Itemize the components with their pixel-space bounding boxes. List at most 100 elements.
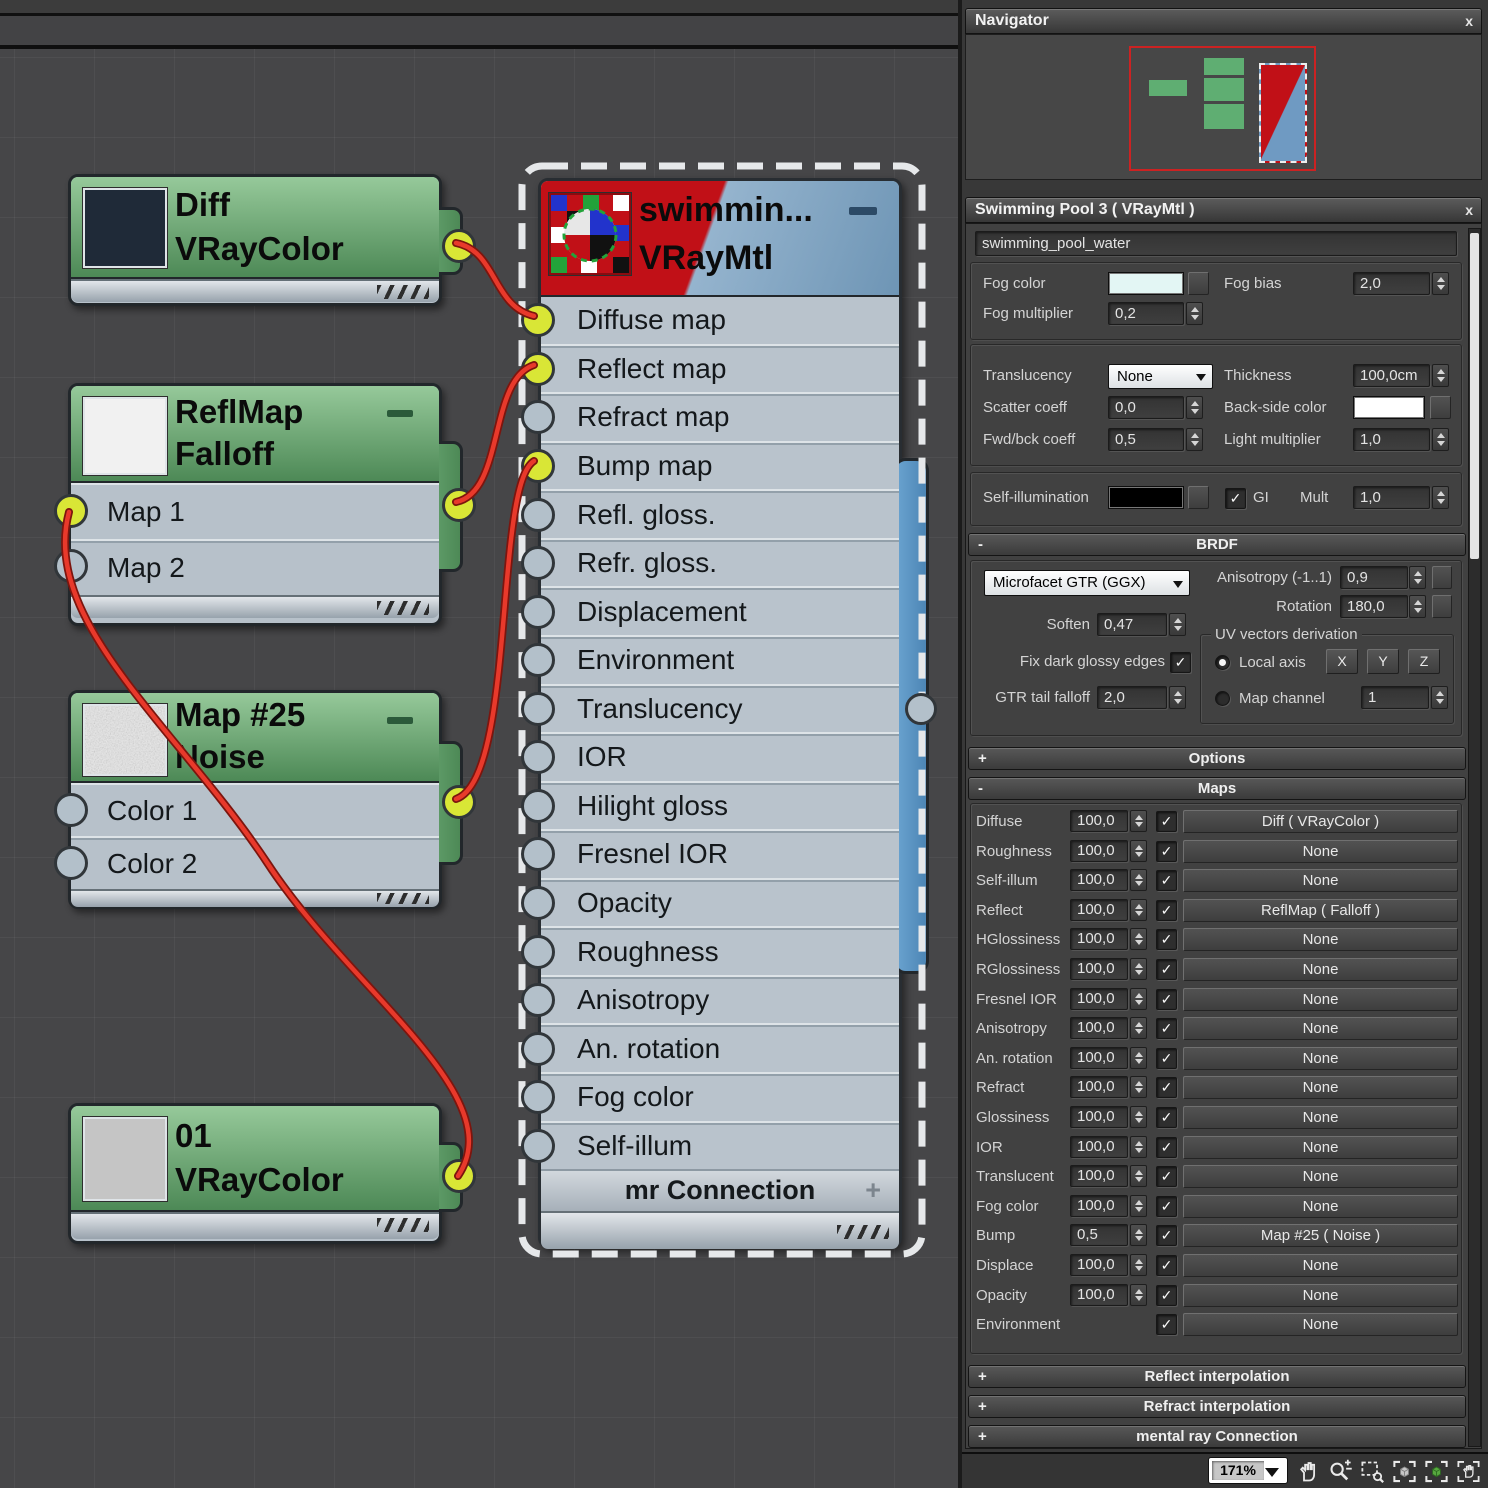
map-enable-checkbox[interactable]: ✓ [1156,870,1177,891]
local-axis-radio[interactable] [1215,655,1230,670]
map-enable-checkbox[interactable]: ✓ [1156,1285,1177,1306]
node-swimming-pool-vraymtl[interactable]: swimmin... VRayMtl Diffuse mapReflect ma… [538,178,902,1248]
input-slot-color2[interactable]: Color 2 [71,836,439,889]
expand-plus-icon[interactable]: + [865,1171,881,1209]
map-amount-field[interactable]: 100,0 [1070,1254,1128,1276]
gi-checkbox[interactable]: ✓ [1225,488,1246,509]
input-socket[interactable] [521,886,555,920]
chevron-down-icon[interactable] [1265,1468,1279,1477]
anisotropy-map-button[interactable] [1432,566,1452,589]
map-enable-checkbox[interactable]: ✓ [1156,841,1177,862]
input-socket-map1[interactable] [54,494,88,528]
map-slot-button[interactable]: None [1183,1313,1458,1336]
scatter-coeff-field[interactable]: 0,0 [1108,396,1184,419]
map-enable-checkbox[interactable]: ✓ [1156,1048,1177,1069]
zoom-region-icon[interactable] [1359,1458,1386,1485]
params-scrollbar-thumb[interactable] [1470,233,1479,559]
maps-rollout-header[interactable]: - Maps [968,777,1466,800]
map-slot-button[interactable]: None [1183,1047,1458,1070]
collapse-minus-icon[interactable] [849,207,877,215]
map-amount-spinner[interactable] [1130,1224,1147,1246]
map-enable-checkbox[interactable]: ✓ [1156,1196,1177,1217]
material-slot-row[interactable]: Translucency [541,684,899,733]
map-amount-field[interactable]: 100,0 [1070,1165,1128,1187]
pan-to-selected-icon[interactable] [1455,1458,1482,1485]
axis-button-x[interactable]: X [1326,649,1358,674]
node-preview-swatch[interactable] [83,397,167,475]
map-slot-button[interactable]: None [1183,1165,1458,1188]
input-socket[interactable] [521,1129,555,1163]
map-enable-checkbox[interactable]: ✓ [1156,811,1177,832]
zoom-extents-icon[interactable] [1391,1458,1418,1485]
map-amount-field[interactable]: 0,5 [1070,1224,1128,1246]
material-slot-row[interactable]: Refract map [541,392,899,441]
map-amount-spinner[interactable] [1130,1047,1147,1069]
map-amount-field[interactable]: 100,0 [1070,810,1128,832]
map-slot-button[interactable]: None [1183,1017,1458,1040]
navigator-close-icon[interactable]: x [1465,9,1473,33]
mult-field[interactable]: 1,0 [1353,486,1430,509]
input-socket[interactable] [521,740,555,774]
map-enable-checkbox[interactable]: ✓ [1156,1018,1177,1039]
mental-ray-rollout-header[interactable]: + mental ray Connection [968,1425,1466,1448]
resize-grip[interactable] [377,285,429,299]
material-slot-row[interactable]: Fresnel IOR [541,829,899,878]
map-amount-field[interactable]: 100,0 [1070,1195,1128,1217]
params-titlebar[interactable]: Swimming Pool 3 ( VRayMtl ) x [965,197,1482,223]
thickness-spinner[interactable] [1432,364,1449,387]
map-amount-field[interactable]: 100,0 [1070,988,1128,1010]
material-slot-row[interactable]: Displacement [541,586,899,635]
backside-color-map-button[interactable] [1430,396,1451,419]
material-name-input[interactable]: swimming_pool_water [975,231,1457,256]
output-socket[interactable] [442,1159,476,1193]
node-map25-noise[interactable]: Map #25 Noise Color 1 Color 2 [68,690,442,909]
map-slot-button[interactable]: None [1183,958,1458,981]
collapse-minus-icon[interactable] [387,410,413,417]
map-amount-spinner[interactable] [1130,899,1147,921]
map-enable-checkbox[interactable]: ✓ [1156,1225,1177,1246]
input-socket[interactable] [521,449,555,483]
fog-multiplier-spinner[interactable] [1186,302,1203,325]
resize-grip[interactable] [377,1218,429,1232]
selfillum-color-swatch[interactable] [1108,486,1184,509]
material-slot-row[interactable]: Refl. gloss. [541,489,899,538]
map-amount-spinner[interactable] [1130,958,1147,980]
input-socket[interactable] [521,352,555,386]
gtr-falloff-field[interactable]: 2,0 [1097,686,1167,709]
zoom-percent-value[interactable]: 171% [1212,1461,1264,1480]
material-slot-row[interactable]: Environment [541,635,899,684]
input-socket[interactable] [521,643,555,677]
resize-grip[interactable] [377,601,429,615]
axis-button-z[interactable]: Z [1408,649,1440,674]
map-enable-checkbox[interactable]: ✓ [1156,989,1177,1010]
map-amount-field[interactable]: 100,0 [1070,1076,1128,1098]
selfillum-map-button[interactable] [1188,486,1209,509]
soften-field[interactable]: 0,47 [1097,613,1167,636]
map-enable-checkbox[interactable]: ✓ [1156,1107,1177,1128]
material-slot-row[interactable]: An. rotation [541,1023,899,1072]
input-socket[interactable] [521,546,555,580]
resize-grip[interactable] [377,893,429,904]
map-enable-checkbox[interactable]: ✓ [1156,900,1177,921]
map-amount-spinner[interactable] [1130,1076,1147,1098]
map-slot-button[interactable]: None [1183,1076,1458,1099]
input-socket-map2[interactable] [54,549,88,583]
translucency-dropdown[interactable]: None [1108,364,1213,389]
node-diff-vraycolor[interactable]: Diff VRayColor [68,174,442,306]
input-socket[interactable] [521,983,555,1017]
map-amount-spinner[interactable] [1130,1165,1147,1187]
map-slot-button[interactable]: None [1183,1106,1458,1129]
node-preview-swatch[interactable] [83,188,167,268]
input-socket-color2[interactable] [54,846,88,880]
input-socket[interactable] [521,1032,555,1066]
map-amount-field[interactable]: 100,0 [1070,958,1128,980]
reflect-interp-rollout-header[interactable]: + Reflect interpolation [968,1365,1466,1388]
zoom-extents-selected-icon[interactable] [1423,1458,1450,1485]
input-socket[interactable] [521,400,555,434]
map-amount-spinner[interactable] [1130,840,1147,862]
map-slot-button[interactable]: ReflMap ( Falloff ) [1183,899,1458,922]
map-channel-radio[interactable] [1215,691,1230,706]
map-amount-spinner[interactable] [1130,1284,1147,1306]
map-slot-button[interactable]: Diff ( VRayColor ) [1183,810,1458,833]
map-amount-spinner[interactable] [1130,928,1147,950]
